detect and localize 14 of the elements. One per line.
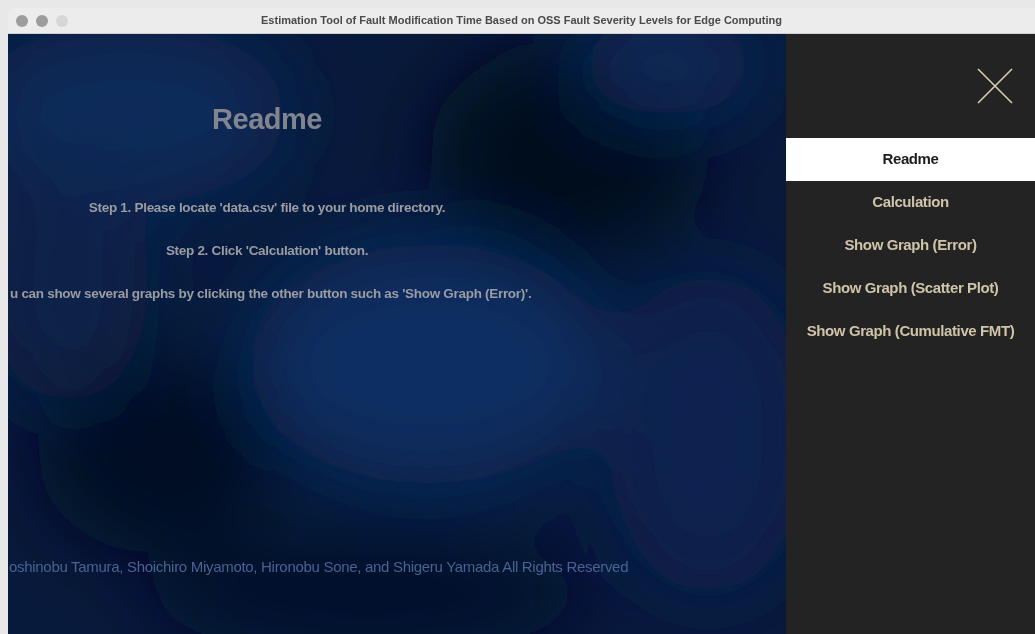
menu-item[interactable]: Readme (786, 138, 1035, 181)
readme-heading: Readme (212, 102, 322, 137)
menu-item[interactable]: Calculation (786, 181, 1035, 224)
instruction-text: Step 2. Click 'Calculation' button. (165, 241, 369, 260)
close-icon[interactable] (977, 68, 1013, 104)
close-window-button[interactable] (16, 14, 28, 27)
menu-item[interactable]: Show Graph (Cumulative FMT) (786, 310, 1035, 353)
copyright-text: oshinobu Tamura, Shoichiro Miyamoto, Hironobu Sone, and Shigeru Yamada All Rights Reserved (8, 556, 630, 577)
instruction-text: Step 1. Please locate 'data.csv' file to your home directory. (88, 198, 446, 217)
menu-item[interactable]: Show Graph (Scatter Plot) (786, 267, 1035, 310)
window-title: Estimation Tool of Fault Modification Time Based on OSS Fault Severity Levels for Edge Computing (261, 13, 782, 29)
instruction-text: u can show several graphs by clicking the other button such as 'Show Graph (Error)'. (10, 285, 532, 303)
menu-item[interactable]: Show Graph (Error) (786, 224, 1035, 267)
minimize-window-button[interactable] (36, 14, 48, 27)
